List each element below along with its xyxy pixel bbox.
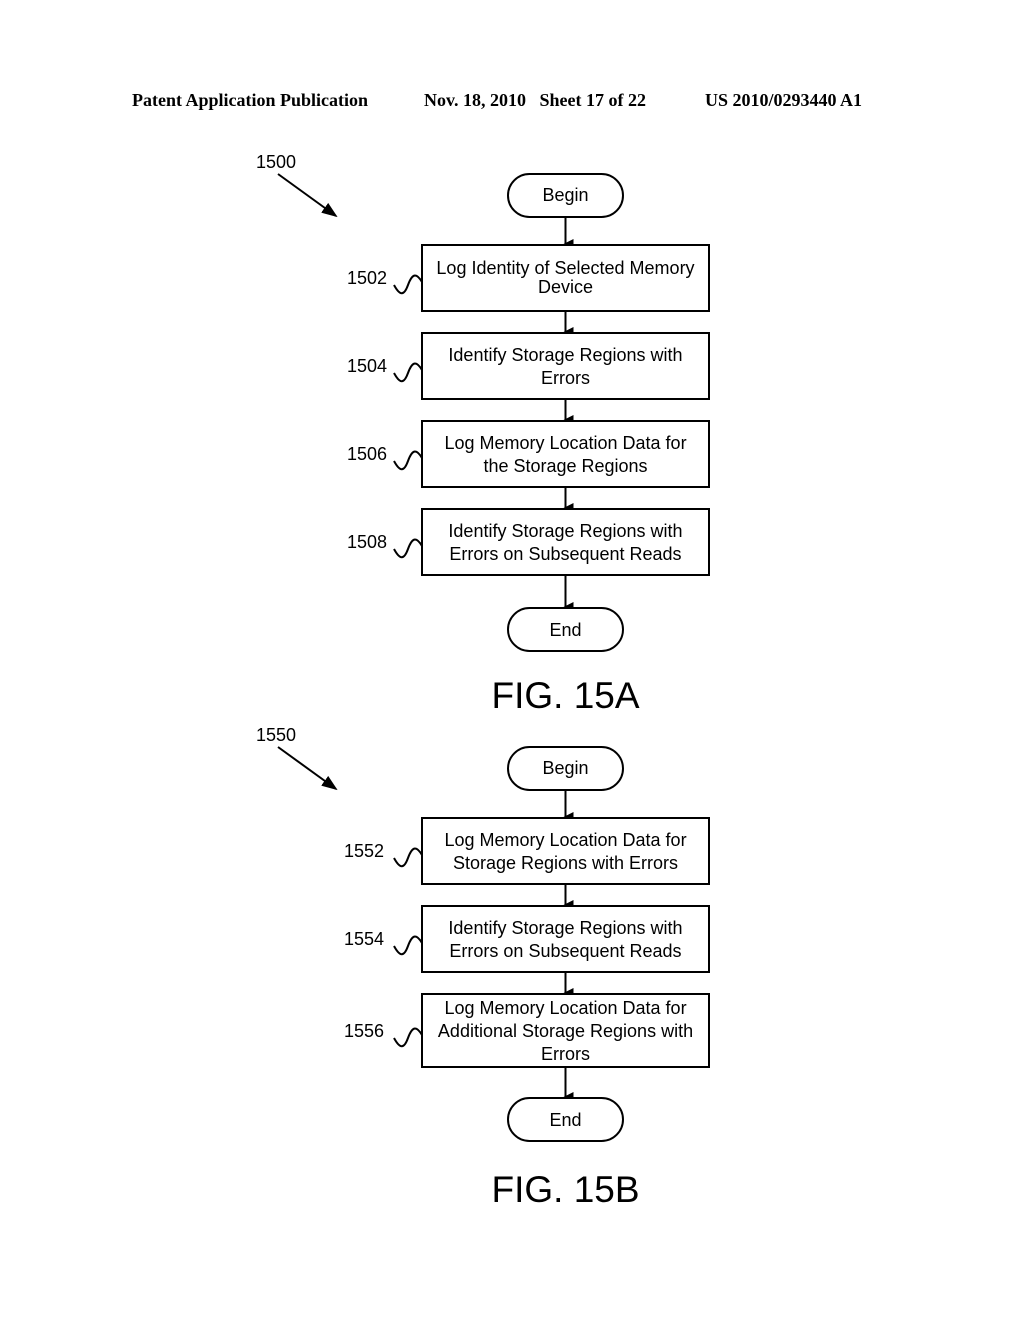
figure-15a: 1500 Begin Log Identity of Selected Memo… bbox=[256, 152, 710, 716]
ref-pointer-arrow-icon bbox=[277, 746, 338, 791]
process-text-line: Errors bbox=[541, 368, 590, 388]
leader-squiggle-icon bbox=[393, 450, 423, 471]
process-text-line: Errors on Subsequent Reads bbox=[449, 941, 681, 961]
process-text-line: Storage Regions with Errors bbox=[453, 853, 678, 873]
begin-label: Begin bbox=[542, 185, 588, 205]
process-text-line: Identify Storage Regions with bbox=[448, 918, 682, 938]
begin-label: Begin bbox=[542, 758, 588, 778]
step-ref-label: 1508 bbox=[347, 532, 387, 552]
figure-title: FIG. 15B bbox=[491, 1169, 639, 1210]
process-text-line: Log Identity of Selected Memory bbox=[436, 258, 694, 278]
process-text-line: Log Memory Location Data for bbox=[444, 830, 686, 850]
step-ref-label: 1556 bbox=[344, 1021, 384, 1041]
process-text-line: Errors on Subsequent Reads bbox=[449, 544, 681, 564]
leader-squiggle-icon bbox=[393, 362, 423, 383]
flowchart-canvas: 1500 Begin Log Identity of Selected Memo… bbox=[256, 152, 710, 1210]
process-text-line: the Storage Regions bbox=[483, 456, 647, 476]
process-text-line: Device bbox=[538, 277, 593, 297]
step-ref-label: 1554 bbox=[344, 929, 384, 949]
process-text-line: Log Memory Location Data for bbox=[444, 998, 686, 1018]
figure-ref-label: 1500 bbox=[256, 152, 296, 172]
ref-pointer-arrow-icon bbox=[277, 173, 338, 218]
end-label: End bbox=[549, 620, 581, 640]
process-text-line: Log Memory Location Data for bbox=[444, 433, 686, 453]
end-label: End bbox=[549, 1110, 581, 1130]
process-text-line: Identify Storage Regions with bbox=[448, 345, 682, 365]
process-text-line: Identify Storage Regions with bbox=[448, 521, 682, 541]
process-text-line: Errors bbox=[541, 1044, 590, 1064]
process-box bbox=[421, 332, 710, 400]
leader-squiggle-icon bbox=[393, 847, 423, 868]
figure-15b: 1550 Begin Log Memory Location Data for … bbox=[256, 725, 710, 1210]
leader-squiggle-icon bbox=[393, 1027, 423, 1048]
process-text-line: Additional Storage Regions with bbox=[438, 1021, 693, 1041]
leader-squiggle-icon bbox=[393, 935, 423, 956]
step-ref-label: 1506 bbox=[347, 444, 387, 464]
figure-ref-label: 1550 bbox=[256, 725, 296, 745]
figure-title: FIG. 15A bbox=[491, 675, 639, 716]
step-ref-label: 1504 bbox=[347, 356, 387, 376]
leader-squiggle-icon bbox=[393, 538, 423, 559]
process-box bbox=[421, 817, 710, 885]
process-box bbox=[421, 905, 710, 973]
process-box bbox=[421, 420, 710, 488]
step-ref-label: 1502 bbox=[347, 268, 387, 288]
leader-squiggle-icon bbox=[393, 274, 423, 295]
process-box bbox=[421, 508, 710, 576]
step-ref-label: 1552 bbox=[344, 841, 384, 861]
